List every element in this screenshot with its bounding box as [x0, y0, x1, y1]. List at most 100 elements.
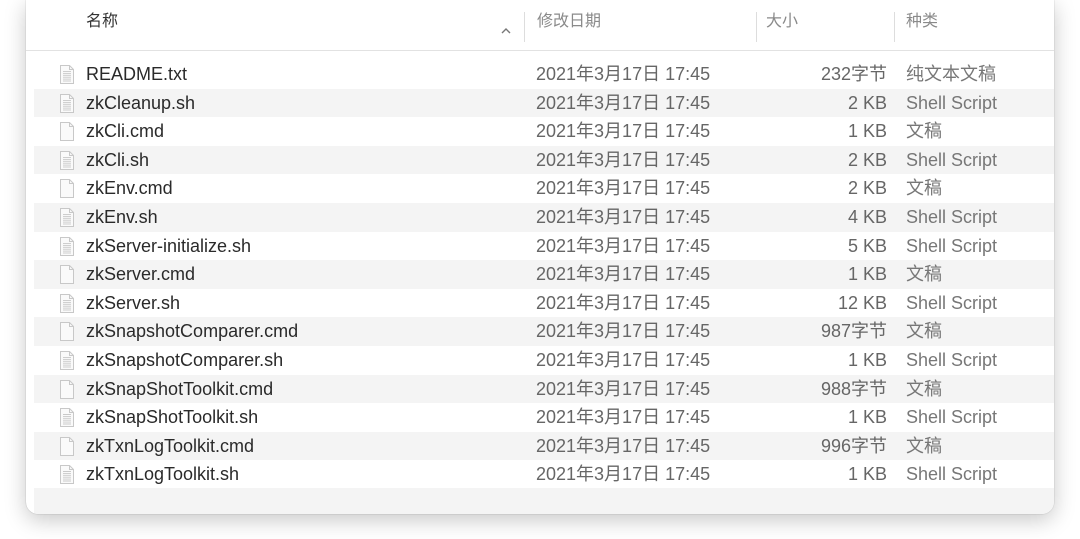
file-size: 1 KB [847, 349, 887, 370]
file-kind: 文稿 [906, 121, 942, 142]
file-name: zkCleanup.sh [86, 92, 196, 113]
empty-list-row [34, 488, 1054, 514]
file-kind: Shell Script [906, 349, 998, 370]
file-row[interactable]: zkSnapshotComparer.cmd 2021年3月17日 17:45 98… [34, 317, 1054, 346]
finder-window: 名称 修改日期 大小 种类 README.txt 2021年3月17日 17:45… [26, 0, 1054, 514]
file-list: README.txt 2021年3月17日 17:45 232字节 纯文本文稿 zkCl… [34, 60, 1054, 489]
file-size: 5 KB [847, 235, 887, 256]
text-file-icon [60, 207, 74, 227]
file-row[interactable]: zkTxnLogToolkit.sh 2021年3月17日 17:45 1 KB Sh… [34, 460, 1054, 489]
file-size: 1 KB [847, 264, 887, 285]
file-row[interactable]: zkSnapshotComparer.sh 2021年3月17日 17:45 1 K… [34, 346, 1054, 375]
file-modified-date: 2021年3月17日 17:45 [536, 378, 711, 399]
file-kind: Shell Script [906, 149, 998, 170]
text-file-icon [60, 150, 74, 170]
column-header-bar: 名称 修改日期 大小 种类 [26, 0, 1054, 51]
text-file-icon [60, 408, 74, 428]
file-modified-date: 2021年3月17日 17:45 [536, 349, 711, 370]
file-size: 232字节 [820, 64, 887, 84]
file-size: 996字节 [820, 435, 887, 456]
file-modified-date: 2021年3月17日 17:45 [536, 178, 711, 199]
file-name: zkServer.sh [86, 292, 181, 313]
file-name: zkSnapshotComparer.sh [86, 349, 284, 370]
file-row[interactable]: zkEnv.sh 2021年3月17日 17:45 4 KB Shell Script [34, 202, 1054, 232]
file-kind: 文稿 [906, 178, 942, 199]
blank-file-icon [60, 436, 74, 456]
file-modified-date: 2021年3月17日 17:45 [536, 206, 711, 227]
file-kind: 文稿 [906, 378, 942, 399]
file-size: 987字节 [820, 321, 887, 342]
file-row[interactable]: zkServer.sh 2021年3月17日 17:45 12 KB Shell Sc… [34, 289, 1054, 318]
column-divider[interactable] [756, 12, 757, 42]
file-name: zkSnapshotComparer.cmd [86, 321, 299, 342]
file-row[interactable]: zkSnapShotToolkit.sh 2021年3月17日 17:45 1 KB… [34, 403, 1054, 432]
blank-file-icon [60, 379, 74, 399]
file-kind: Shell Script [906, 292, 998, 313]
file-name: zkCli.sh [86, 149, 150, 170]
file-name: zkEnv.cmd [86, 178, 173, 199]
file-name: zkSnapShotToolkit.sh [86, 407, 259, 428]
text-file-icon [60, 293, 74, 313]
column-divider[interactable] [524, 12, 525, 42]
text-file-icon [60, 65, 74, 84]
file-kind: Shell Script [906, 464, 998, 485]
file-kind: 文稿 [906, 321, 942, 342]
file-size: 2 KB [847, 178, 887, 199]
file-name: zkCli.cmd [86, 121, 165, 142]
file-row[interactable]: README.txt 2021年3月17日 17:45 232字节 纯文本文稿 [34, 60, 1054, 89]
file-name: README.txt [86, 64, 188, 84]
column-header-size[interactable]: 大小 [766, 12, 798, 32]
column-header-date[interactable]: 修改日期 [537, 12, 601, 32]
file-row[interactable]: zkCli.sh 2021年3月17日 17:45 2 KB Shell Script [34, 145, 1054, 175]
file-kind: 文稿 [906, 435, 942, 456]
file-size: 4 KB [847, 206, 887, 227]
file-modified-date: 2021年3月17日 17:45 [536, 407, 711, 428]
file-size: 2 KB [847, 149, 887, 170]
file-name: zkTxnLogToolkit.sh [86, 464, 240, 485]
file-modified-date: 2021年3月17日 17:45 [536, 464, 711, 485]
file-kind: Shell Script [906, 92, 998, 113]
file-row[interactable]: zkServer-initialize.sh 2021年3月17日 17:45 5 … [34, 232, 1054, 261]
file-name: zkTxnLogToolkit.cmd [86, 435, 255, 456]
file-modified-date: 2021年3月17日 17:45 [536, 235, 711, 256]
file-modified-date: 2021年3月17日 17:45 [536, 92, 711, 113]
file-row[interactable]: zkCleanup.sh 2021年3月17日 17:45 2 KB Shell Sc… [34, 88, 1054, 118]
file-size: 2 KB [847, 92, 887, 113]
column-header-name[interactable]: 名称 [86, 12, 118, 32]
file-size: 1 KB [847, 464, 887, 485]
blank-file-icon [60, 265, 74, 285]
file-modified-date: 2021年3月17日 17:45 [536, 435, 711, 456]
file-row[interactable]: zkEnv.cmd 2021年3月17日 17:45 2 KB 文稿 [34, 174, 1054, 203]
file-kind: Shell Script [906, 206, 998, 227]
file-kind: 纯文本文稿 [906, 64, 996, 84]
column-divider[interactable] [894, 12, 895, 42]
file-row[interactable]: zkSnapShotToolkit.cmd 2021年3月17日 17:45 988… [34, 374, 1054, 404]
file-kind: Shell Script [906, 235, 998, 256]
text-file-icon [60, 465, 74, 485]
text-file-icon [60, 236, 74, 256]
file-row[interactable]: zkTxnLogToolkit.cmd 2021年3月17日 17:45 996字节… [34, 431, 1054, 461]
blank-file-icon [60, 179, 74, 199]
file-row[interactable]: zkServer.cmd 2021年3月17日 17:45 1 KB 文稿 [34, 260, 1054, 289]
file-modified-date: 2021年3月17日 17:45 [536, 321, 711, 342]
text-file-icon [60, 350, 74, 370]
file-modified-date: 2021年3月17日 17:45 [536, 264, 711, 285]
file-name: zkServer-initialize.sh [86, 235, 252, 256]
blank-file-icon [60, 122, 74, 142]
file-size: 988字节 [820, 378, 887, 399]
file-kind: 文稿 [906, 264, 942, 285]
file-modified-date: 2021年3月17日 17:45 [536, 292, 711, 313]
chevron-up-icon[interactable] [500, 25, 512, 37]
text-file-icon [60, 93, 74, 113]
file-name: zkSnapShotToolkit.cmd [86, 378, 274, 399]
blank-file-icon [60, 322, 74, 342]
file-modified-date: 2021年3月17日 17:45 [536, 64, 711, 84]
column-header-kind[interactable]: 种类 [906, 12, 938, 32]
file-kind: Shell Script [906, 407, 998, 428]
file-row[interactable]: zkCli.cmd 2021年3月17日 17:45 1 KB 文稿 [34, 117, 1054, 146]
file-size: 12 KB [837, 292, 887, 313]
file-name: zkEnv.sh [86, 206, 158, 227]
file-name: zkServer.cmd [86, 264, 196, 285]
file-modified-date: 2021年3月17日 17:45 [536, 149, 711, 170]
file-modified-date: 2021年3月17日 17:45 [536, 121, 711, 142]
